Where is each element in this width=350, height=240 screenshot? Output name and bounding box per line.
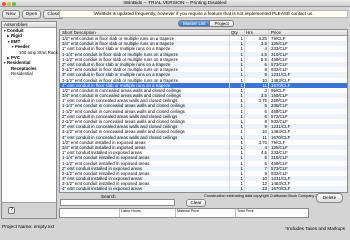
project-tab[interactable]: Project xyxy=(210,20,234,27)
tree-item-label: Residential xyxy=(11,71,33,77)
title-bar: IWinBids -- TRIAL VERSION -- Printing Di… xyxy=(0,0,350,7)
column-header-price[interactable]: Price xyxy=(269,30,341,35)
totals-col-total-price: Total Price xyxy=(237,209,254,213)
table-body: 1/2" emt conduit in floor slab or multip… xyxy=(60,36,347,192)
taxes-note: *Includes Taxes and Markups xyxy=(285,226,345,231)
cell-description: 4" emt conduit installed in exposed area… xyxy=(60,186,230,192)
column-header-qty[interactable]: Qty xyxy=(230,30,245,35)
cell-qty: 1 xyxy=(230,186,245,192)
totals-col-blank xyxy=(60,209,120,217)
totals-table: Labor Hours Material Price Total Price xyxy=(59,208,309,218)
master-list-tab[interactable]: Master List xyxy=(178,20,211,27)
tree-item-label: Feeder xyxy=(15,44,30,50)
status-bar: Project Name: empty.nxt *Includes Taxes … xyxy=(0,219,350,232)
cell-hrs: 13 xyxy=(245,186,269,192)
toolbar: New Open Close xyxy=(2,10,64,19)
notice-banner: iWinBids is updated frequently, however … xyxy=(59,10,348,18)
open-button[interactable]: Open xyxy=(21,10,42,19)
minimize-window-icon[interactable] xyxy=(7,1,11,6)
items-table: Short Description Qty Hrs Price 1/2" emt… xyxy=(59,29,348,193)
search-input[interactable] xyxy=(60,199,175,206)
delete-button[interactable]: Delete xyxy=(316,193,343,203)
totals-col-material-price: Material Price xyxy=(176,209,236,217)
zoom-window-icon[interactable] xyxy=(12,1,16,6)
table-row[interactable]: 4" emt conduit installed in exposed area… xyxy=(60,186,347,192)
tree-item-label: Rigid xyxy=(11,33,22,39)
project-name: Project Name: empty.nxt xyxy=(2,225,55,230)
assemblies-tree: ▼Conduit ▶Rigid ▼EMT ▼Feeder 100 amp Strut R… xyxy=(2,28,58,77)
tree-item-label: 100 amp Strut Rack xyxy=(19,49,58,55)
help-button[interactable]: ? xyxy=(8,207,15,214)
column-header-hrs[interactable]: Hrs xyxy=(245,30,269,35)
tree-item-label: EMT xyxy=(11,38,21,44)
tree-item[interactable]: Residential xyxy=(2,71,56,76)
column-header-description[interactable]: Short Description xyxy=(60,30,230,35)
tree-item-label: PVC xyxy=(11,54,21,60)
assemblies-footer: ? xyxy=(2,202,56,218)
assemblies-panel: Assemblies ▼Conduit ▶Rigid ▼EMT ▼Feeder 100 … xyxy=(1,21,58,219)
clear-button[interactable]: Clear xyxy=(186,199,206,207)
tree-item-label: Receptacles xyxy=(11,65,37,71)
view-toggle: Master List Project xyxy=(178,20,234,27)
cell-price: 1670/CLF xyxy=(271,186,291,192)
window-title: IWinBids -- TRIAL VERSION -- Printing Di… xyxy=(123,1,227,6)
tree-item-label: Residential xyxy=(7,60,31,66)
totals-col-labor-hours: Labor Hours xyxy=(120,209,176,217)
tree-item-label: Conduit xyxy=(7,28,24,33)
close-window-icon[interactable] xyxy=(2,1,6,6)
new-button[interactable]: New xyxy=(2,10,20,19)
